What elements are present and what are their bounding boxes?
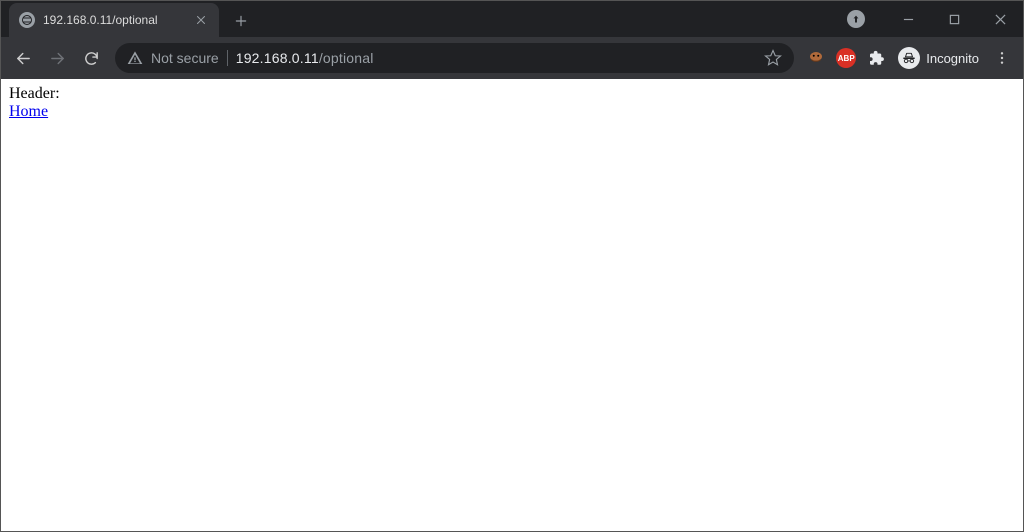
header-label: Header: xyxy=(9,85,1015,103)
reload-button[interactable] xyxy=(75,42,107,74)
home-link[interactable]: Home xyxy=(9,103,48,120)
page-viewport: Header: Home xyxy=(1,79,1023,531)
toolbar: Not secure 192.168.0.11/optional ABP Inc… xyxy=(1,37,1023,79)
separator xyxy=(227,50,228,66)
close-window-button[interactable] xyxy=(977,4,1023,34)
browser-tab[interactable]: 192.168.0.11/optional xyxy=(9,3,219,37)
extensions-puzzle-icon[interactable] xyxy=(862,44,890,72)
abp-extension-icon[interactable]: ABP xyxy=(832,44,860,72)
close-tab-button[interactable] xyxy=(193,12,209,28)
new-tab-button[interactable] xyxy=(227,7,255,35)
incognito-label: Incognito xyxy=(926,51,979,66)
minimize-button[interactable] xyxy=(885,4,931,34)
update-available-icon[interactable] xyxy=(847,10,865,28)
extension-icon-1[interactable] xyxy=(802,44,830,72)
bookmark-star-icon[interactable] xyxy=(764,49,782,67)
tab-title: 192.168.0.11/optional xyxy=(43,13,158,27)
not-secure-label: Not secure xyxy=(151,50,219,66)
url-host: 192.168.0.11 xyxy=(236,50,319,66)
url-text: 192.168.0.11/optional xyxy=(236,50,374,66)
maximize-button[interactable] xyxy=(931,4,977,34)
not-secure-icon xyxy=(127,50,143,66)
url-path: /optional xyxy=(319,50,374,66)
incognito-icon xyxy=(898,47,920,69)
address-bar[interactable]: Not secure 192.168.0.11/optional xyxy=(115,43,794,73)
window-controls xyxy=(847,1,1023,37)
globe-icon xyxy=(19,12,35,28)
back-button[interactable] xyxy=(7,42,39,74)
abp-badge: ABP xyxy=(836,48,856,68)
browser-menu-button[interactable] xyxy=(987,43,1017,73)
incognito-badge[interactable]: Incognito xyxy=(892,47,985,69)
titlebar: 192.168.0.11/optional xyxy=(1,1,1023,37)
forward-button[interactable] xyxy=(41,42,73,74)
